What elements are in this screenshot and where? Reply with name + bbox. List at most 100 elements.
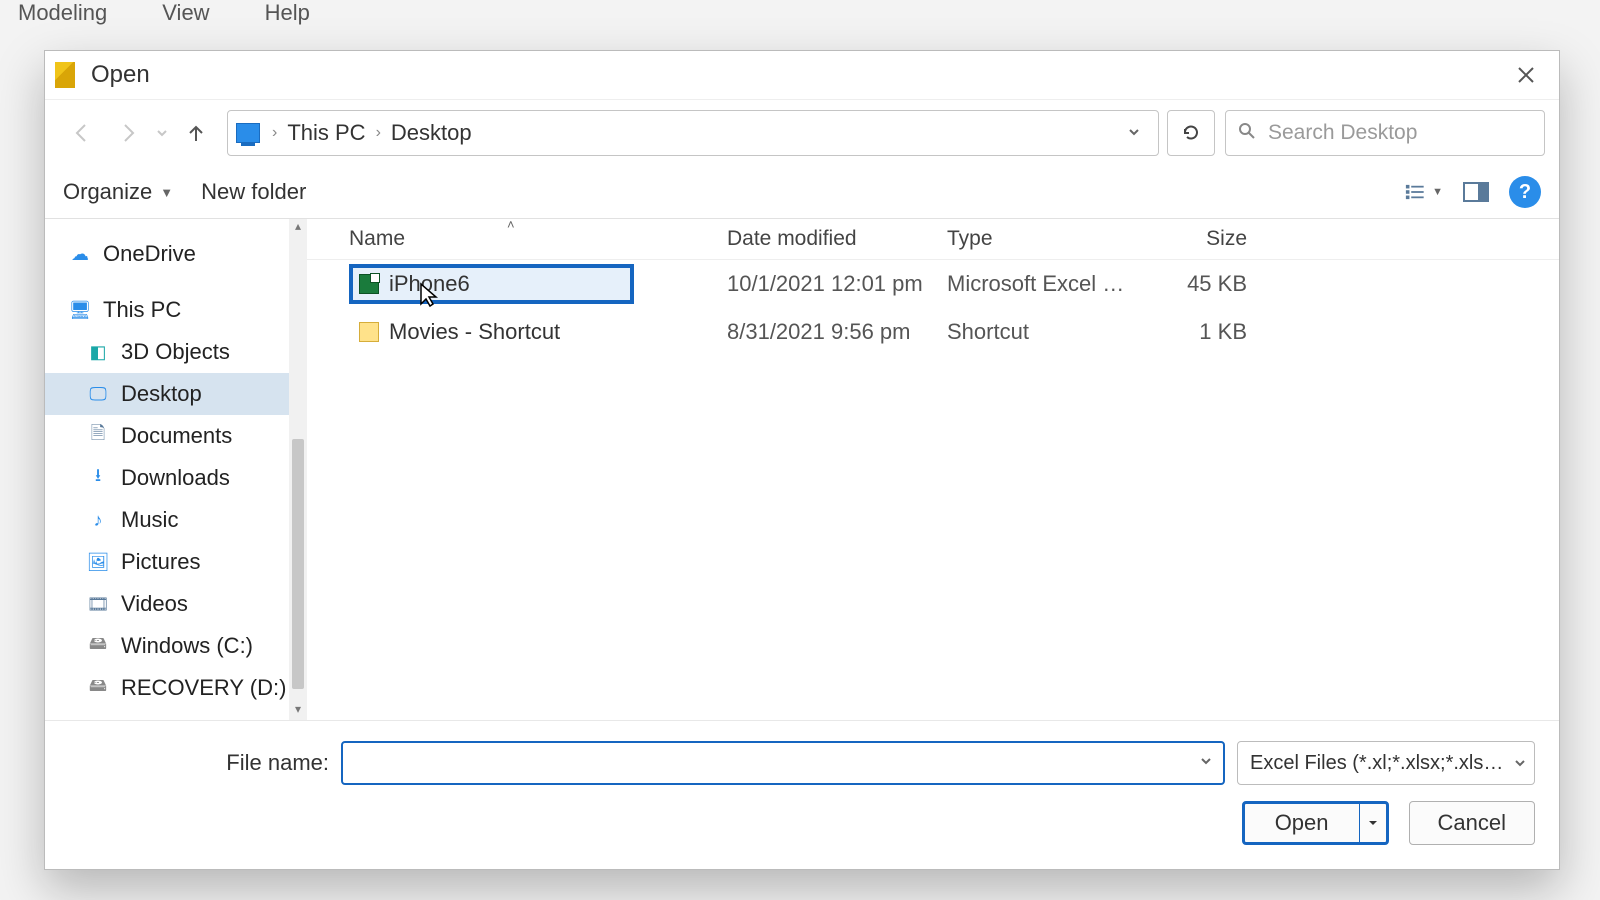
tree-scrollbar[interactable]: ▴ ▾ [289, 219, 307, 720]
file-name-dropdown[interactable] [1189, 754, 1223, 772]
close-icon [1517, 66, 1535, 84]
file-type-filter[interactable]: Excel Files (*.xl;*.xlsx;*.xlsm;*.xl [1237, 741, 1535, 785]
background-app-menu: Modeling View Help [0, 0, 1600, 18]
tree-videos[interactable]: 🎞 Videos [45, 583, 306, 625]
tree-label: Documents [121, 423, 232, 449]
search-box[interactable] [1225, 110, 1545, 156]
tree-music[interactable]: ♪ Music [45, 499, 306, 541]
tree-label: This PC [103, 297, 181, 323]
bg-menu-modeling[interactable]: Modeling [18, 0, 107, 18]
column-size[interactable]: Size [1137, 227, 1257, 251]
preview-pane-icon [1463, 182, 1489, 202]
forward-button[interactable] [105, 111, 151, 155]
recent-dropdown[interactable] [151, 111, 173, 155]
up-button[interactable] [173, 111, 219, 155]
file-row[interactable]: iPhone6 10/1/2021 12:01 pm Microsoft Exc… [307, 260, 1559, 308]
tree-label: Music [121, 507, 178, 533]
scroll-thumb[interactable] [292, 439, 304, 689]
file-name-combobox[interactable] [341, 741, 1225, 785]
tree-onedrive[interactable]: ☁ OneDrive [45, 233, 306, 275]
bg-menu-view[interactable]: View [162, 0, 209, 18]
open-button-split[interactable] [1359, 804, 1386, 842]
column-name[interactable]: Name [307, 227, 727, 251]
close-button[interactable] [1503, 52, 1549, 99]
address-dropdown[interactable] [1118, 125, 1150, 141]
preview-pane-button[interactable] [1457, 176, 1495, 208]
tree-desktop[interactable]: 🖵 Desktop [45, 373, 306, 415]
help-button[interactable]: ? [1509, 176, 1541, 208]
tree-documents[interactable]: 🗎 Documents [45, 415, 306, 457]
video-icon: 🎞 [87, 593, 109, 615]
file-name-input[interactable] [343, 751, 1189, 775]
drive-icon: 🖴 [87, 635, 109, 657]
file-date: 8/31/2021 9:56 pm [727, 319, 947, 345]
file-name-label: File name: [69, 750, 329, 776]
dialog-toolbar: Organize ▼ New folder ▼ ? [45, 166, 1559, 219]
new-folder-button[interactable]: New folder [201, 179, 306, 205]
arrow-left-icon [71, 122, 93, 144]
tree-downloads[interactable]: ⭳ Downloads [45, 457, 306, 499]
scroll-down-icon[interactable]: ▾ [289, 702, 307, 720]
file-name: Movies - Shortcut [389, 319, 560, 345]
tree-cdrive[interactable]: 🖴 Windows (C:) [45, 625, 306, 667]
breadcrumb-desktop[interactable]: Desktop [383, 120, 480, 146]
navigation-row: › This PC › Desktop [45, 99, 1559, 166]
shortcut-file-icon [359, 322, 379, 342]
powerbi-app-icon [55, 62, 75, 88]
tree-pictures[interactable]: 🖼 Pictures [45, 541, 306, 583]
organize-menu[interactable]: Organize ▼ [63, 179, 173, 205]
dialog-actions: Open Cancel [69, 801, 1535, 845]
pc-icon: 🖥 [69, 299, 91, 321]
view-controls: ▼ ? [1405, 176, 1541, 208]
tree-label: Desktop [121, 381, 202, 407]
music-icon: ♪ [87, 509, 109, 531]
search-icon [1238, 122, 1256, 145]
view-mode-button[interactable]: ▼ [1405, 176, 1443, 208]
file-size: 1 KB [1137, 319, 1257, 345]
tree-label: Windows (C:) [121, 633, 253, 659]
chevron-down-icon [1200, 755, 1212, 767]
dialog-titlebar: Open [45, 51, 1559, 99]
column-date[interactable]: Date modified [727, 227, 947, 251]
navigation-tree: ☁ OneDrive 🖥 This PC ◧ 3D Objects 🖵 Desk… [45, 219, 307, 720]
address-bar[interactable]: › This PC › Desktop [227, 110, 1159, 156]
column-type[interactable]: Type [947, 227, 1137, 251]
tree-label: RECOVERY (D:) [121, 675, 286, 701]
tree-label: Videos [121, 591, 188, 617]
organize-label: Organize [63, 179, 152, 205]
dialog-body: ☁ OneDrive 🖥 This PC ◧ 3D Objects 🖵 Desk… [45, 219, 1559, 720]
drive-icon: 🖴 [87, 677, 109, 699]
arrow-right-icon [117, 122, 139, 144]
file-type: Microsoft Excel W… [947, 271, 1137, 297]
open-button[interactable]: Open [1242, 801, 1389, 845]
tree-label: Downloads [121, 465, 230, 491]
breadcrumb-thispc[interactable]: This PC [279, 120, 373, 146]
open-file-dialog: Open › This PC › Desktop [44, 50, 1560, 870]
refresh-button[interactable] [1167, 110, 1215, 156]
scroll-up-icon[interactable]: ▴ [289, 219, 307, 237]
file-list-pane: ˄ Name Date modified Type Size iPhone6 1… [307, 219, 1559, 720]
chevron-down-icon [1128, 126, 1140, 138]
file-name-row: File name: Excel Files (*.xl;*.xlsx;*.xl… [69, 741, 1535, 785]
file-date: 10/1/2021 12:01 pm [727, 271, 947, 297]
pictures-icon: 🖼 [87, 551, 109, 573]
tree-thispc[interactable]: 🖥 This PC [45, 289, 306, 331]
details-view-icon [1405, 182, 1428, 202]
dialog-bottom: File name: Excel Files (*.xl;*.xlsx;*.xl… [45, 720, 1559, 869]
search-input[interactable] [1268, 121, 1539, 145]
breadcrumb-sep-icon: › [374, 124, 383, 142]
column-headers: ˄ Name Date modified Type Size [307, 219, 1559, 260]
desktop-icon: 🖵 [87, 383, 109, 405]
tree-label: Pictures [121, 549, 200, 575]
bg-menu-help[interactable]: Help [265, 0, 310, 18]
breadcrumb-sep-icon: › [270, 124, 279, 142]
chevron-down-icon [1368, 818, 1378, 828]
back-button[interactable] [59, 111, 105, 155]
cube-icon: ◧ [87, 341, 109, 363]
file-row[interactable]: Movies - Shortcut 8/31/2021 9:56 pm Shor… [307, 308, 1559, 356]
cancel-button[interactable]: Cancel [1409, 801, 1535, 845]
file-name: iPhone6 [389, 271, 470, 297]
tree-3dobjects[interactable]: ◧ 3D Objects [45, 331, 306, 373]
tree-recovery[interactable]: 🖴 RECOVERY (D:) [45, 667, 306, 709]
tree-label: 3D Objects [121, 339, 230, 365]
